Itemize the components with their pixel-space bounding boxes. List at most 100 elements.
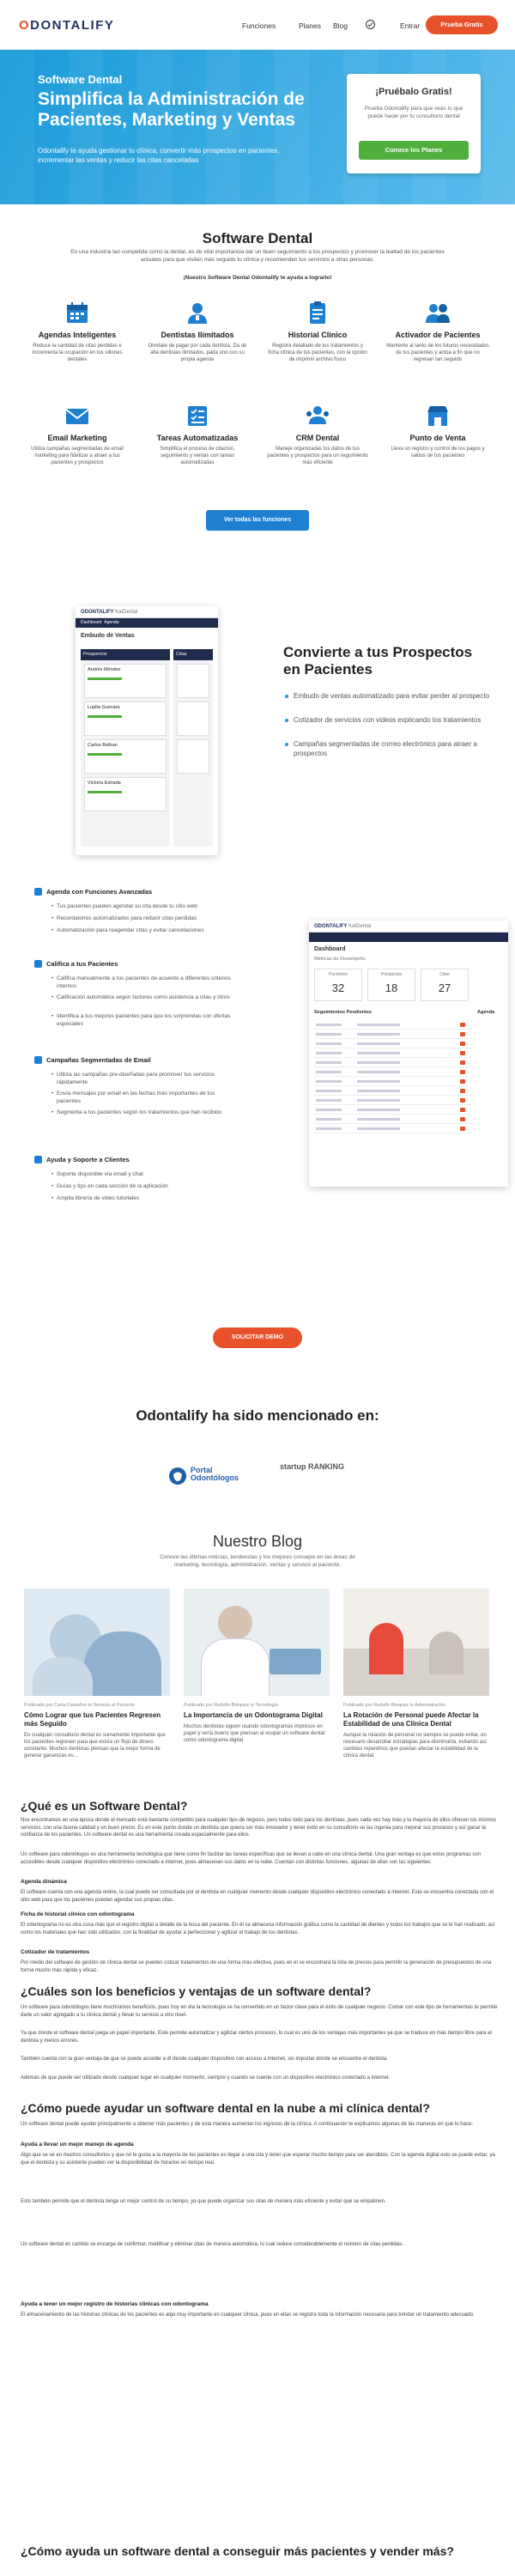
feature-title: Dentistas Ilimitados — [161, 331, 234, 339]
feature-dentistas: Dentistas Ilimitados Olvídate de pagar p… — [146, 301, 249, 363]
blog-post-image[interactable] — [184, 1589, 330, 1696]
list-item: Tus pacientes pueden agendar su cita des… — [52, 903, 232, 911]
table-row[interactable] — [314, 1030, 472, 1039]
dashboard-tab: Dashboard — [81, 620, 102, 625]
nav-link-planes[interactable]: Planes — [299, 21, 321, 31]
portal-odontologos-logo[interactable]: Portal Odontólogos — [168, 1463, 254, 1489]
table-row[interactable] — [314, 1058, 472, 1067]
feature-agendas: Agendas Inteligentes Reduce la cantidad … — [26, 301, 129, 363]
article-heading: ¿Qué es un Software Dental? — [21, 1799, 188, 1813]
row-placeholder — [357, 1080, 400, 1083]
row-placeholder — [357, 1033, 400, 1036]
convert-bullet: Campañas segmentadas de correo electróni… — [285, 740, 491, 759]
odontalify-logo[interactable]: ODONTALIFY — [19, 17, 114, 34]
article-heading: ¿Cómo puede ayudar un software dental en… — [21, 2101, 430, 2115]
feature-desc: Mantente al tanto de los futuros necesid… — [386, 343, 489, 363]
row-placeholder — [357, 1099, 400, 1102]
row-placeholder — [316, 1118, 342, 1121]
blog-post-title[interactable]: La Importancia de un Odontograma Digital — [184, 1711, 330, 1720]
article-paragraph: El software cuenta con una agenda online… — [21, 1890, 494, 1903]
features-intro: En una industria tan competida como la d… — [70, 249, 445, 263]
prospect-name: Andrés Méndez — [88, 667, 121, 673]
blog-post-title[interactable]: La Rotación de Personal puede Afectar la… — [343, 1711, 489, 1728]
feature-title: Punto de Venta — [409, 434, 466, 442]
feature-list-title-text: Ayuda y Soporte a Clientes — [46, 1156, 130, 1163]
feature-list-title: Agenda con Funciones Avanzadas — [34, 888, 152, 896]
row-placeholder — [357, 1024, 400, 1026]
clipboard-icon — [305, 301, 330, 325]
blog-post-excerpt: En cualquier consultorio dental es sumam… — [24, 1732, 166, 1759]
blog-post-card[interactable]: Publicado por Carla Castañon in Servicio… — [24, 1589, 170, 1759]
row-placeholder — [357, 1052, 400, 1054]
startup-ranking-logo[interactable]: startup RANKING — [280, 1462, 352, 1489]
nav-link-blog[interactable]: Blog — [333, 21, 348, 31]
dashboard-logo: ODONTALIFY — [81, 610, 114, 615]
article-paragraph: Además de que puede ser utilizado desde … — [21, 2075, 391, 2081]
blog-post-card[interactable]: Publicado por Rodolfo Bórquez in Tecnolo… — [184, 1589, 330, 1744]
list-item: Automatización para reagendar citas y ev… — [52, 927, 232, 935]
blog-post-card[interactable]: Publicado por Rodolfo Bórquez in Adminis… — [343, 1589, 489, 1759]
table-row[interactable] — [314, 1086, 472, 1096]
nav-link-funciones[interactable]: Funciones — [242, 21, 276, 31]
table-row[interactable] — [314, 1048, 472, 1058]
stat-card: Prospectos 18 — [367, 969, 415, 1001]
trial-card-title: ¡Pruébalo Gratis! — [375, 87, 452, 97]
table-row[interactable] — [314, 1105, 472, 1115]
dashboard-title: Dashboard — [314, 946, 346, 952]
free-trial-button[interactable]: Prueba Gratis — [426, 15, 498, 34]
table-row[interactable] — [314, 1067, 472, 1077]
blog-post-meta: Publicado por Rodolfo Bórquez in Tecnolo… — [184, 1703, 278, 1708]
row-placeholder — [357, 1127, 400, 1130]
table-row[interactable] — [314, 1124, 472, 1133]
crm-icon — [305, 404, 330, 428]
article-paragraph: Un software dental en cambio se encarga … — [21, 2242, 403, 2247]
table-row[interactable] — [314, 1077, 472, 1086]
store-icon — [425, 404, 451, 428]
table-row[interactable] — [314, 1020, 472, 1030]
funnel-title: Embudo de Ventas — [81, 633, 135, 639]
all-features-button[interactable]: Ver todas las funciones — [206, 510, 309, 531]
dashboard-subtitle: Métricas de Desempeño — [314, 957, 366, 963]
list-item: Recordatorios automatizados para reducir… — [52, 915, 232, 923]
row-placeholder — [357, 1042, 400, 1045]
list-item: Calificación automática según factores c… — [52, 994, 232, 1002]
feature-email-marketing: Email Marketing Utiliza campañas segment… — [26, 404, 129, 466]
feature-punto-venta: Punto de Venta Lleva un registro y contr… — [386, 404, 489, 459]
feature-crm: CRM Dental Maneje organizadas los datos … — [266, 404, 369, 466]
status-dot — [460, 1079, 465, 1084]
article-paragraph: Un software para odontólogos tiene muchí… — [21, 2005, 498, 2018]
calendar-icon — [34, 888, 42, 896]
email-icon — [64, 404, 90, 428]
article-paragraph: El odontograma no es otra cosa más que e… — [21, 1923, 495, 1935]
nav-login-link[interactable]: Entrar — [400, 21, 420, 31]
view-plans-button[interactable]: Conoce los Planes — [359, 141, 469, 160]
status-dot — [460, 1042, 465, 1046]
table-row[interactable] — [314, 1115, 472, 1124]
blog-post-excerpt: Aunque la rotación de personal no siempr… — [343, 1732, 487, 1759]
row-placeholder — [316, 1071, 342, 1073]
prospect-card[interactable]: Lupita Guevara — [84, 702, 167, 737]
status-dot — [460, 1127, 465, 1131]
feature-title: CRM Dental — [295, 434, 340, 442]
prospect-card[interactable]: Victoria Estrada — [84, 777, 167, 812]
prospect-card[interactable]: Carlos Beltran — [84, 739, 167, 775]
prospect-card[interactable]: Andrés Méndez — [84, 664, 167, 699]
blog-post-meta: Publicado por Rodolfo Bórquez in Adminis… — [343, 1703, 446, 1708]
user-icon[interactable] — [366, 20, 375, 29]
logo-text: startup RANKING — [280, 1462, 345, 1471]
hero-kicker: Software Dental — [38, 73, 123, 86]
table-row[interactable] — [314, 1096, 472, 1105]
row-placeholder — [316, 1042, 342, 1045]
table-row[interactable] — [314, 1039, 472, 1048]
blog-post-image[interactable] — [24, 1589, 170, 1696]
blog-post-title[interactable]: Cómo Lograr que tus Pacientes Regresen m… — [24, 1711, 170, 1728]
blog-post-image[interactable] — [343, 1589, 489, 1696]
top-navigation: ODONTALIFY Funciones Planes Blog Entrar … — [0, 0, 515, 50]
article-paragraph: Nos encontramos en una época donde el me… — [21, 1818, 496, 1838]
article-heading: ¿Cuáles son los beneficios y ventajas de… — [21, 1984, 372, 1998]
dashboard-logo: ODONTALIFY — [314, 924, 348, 929]
feature-desc: Lleva un registro y control de los pagos… — [391, 447, 485, 459]
prospect-name: Lupita Guevara — [88, 705, 120, 711]
request-demo-button[interactable]: SOLICITAR DEMO — [213, 1327, 302, 1348]
users-icon — [425, 301, 451, 325]
